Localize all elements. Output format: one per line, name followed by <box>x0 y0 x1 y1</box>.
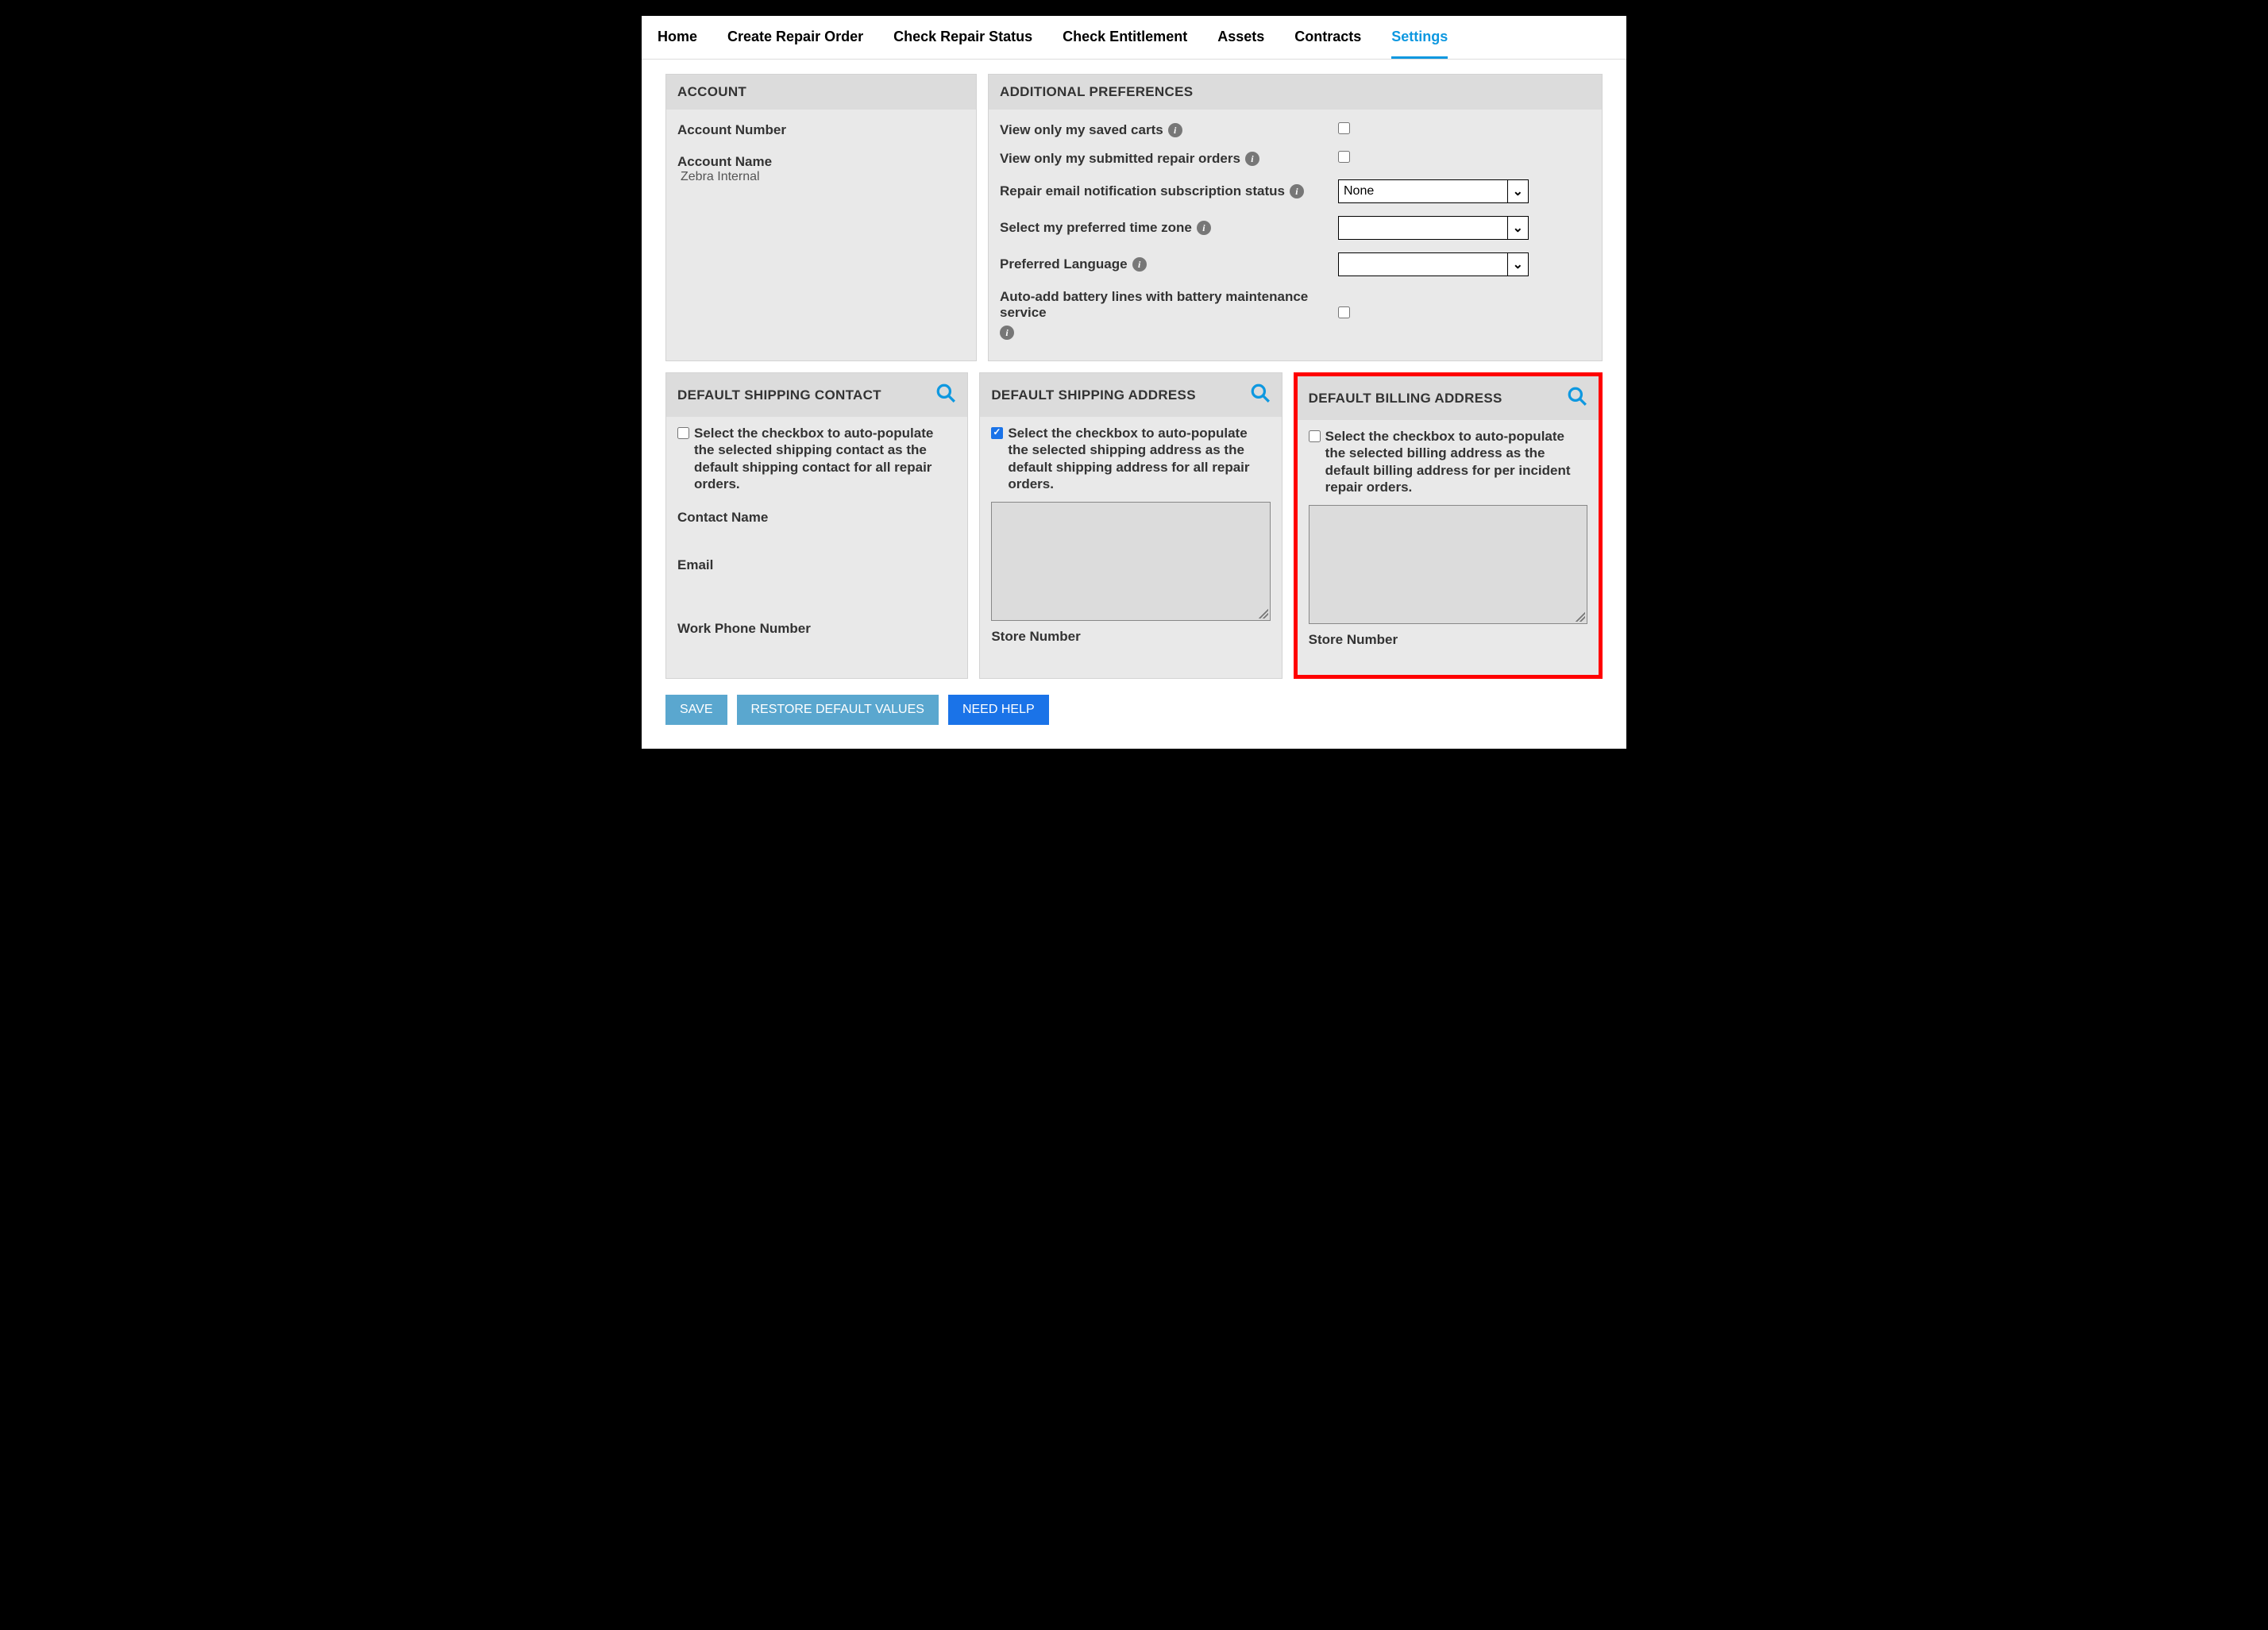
main-tabs: Home Create Repair Order Check Repair St… <box>642 16 1626 60</box>
billing-address-auto-text: Select the checkbox to auto-populate the… <box>1325 428 1587 495</box>
search-icon[interactable] <box>1567 386 1587 410</box>
email-subscription-label: Repair email notification subscription s… <box>1000 183 1285 199</box>
email-subscription-value: None <box>1344 184 1374 198</box>
preferences-panel: ADDITIONAL PREFERENCES View only my save… <box>988 74 1603 361</box>
shipping-address-auto-text: Select the checkbox to auto-populate the… <box>1008 425 1270 492</box>
billing-address-auto-checkbox[interactable] <box>1309 430 1321 442</box>
shipping-address-panel: DEFAULT SHIPPING ADDRESS Select the chec… <box>979 372 1282 679</box>
shipping-store-label: Store Number <box>991 629 1270 645</box>
contact-name-label: Contact Name <box>677 510 956 526</box>
settings-window: Home Create Repair Order Check Repair St… <box>642 16 1626 749</box>
action-buttons: SAVE RESTORE DEFAULT VALUES NEED HELP <box>665 695 1603 725</box>
timezone-select[interactable]: ⌄ <box>1338 216 1529 240</box>
chevron-down-icon: ⌄ <box>1513 183 1523 199</box>
chevron-down-icon: ⌄ <box>1513 220 1523 236</box>
account-panel: ACCOUNT Account Number Account Name Zebr… <box>665 74 977 361</box>
contact-phone-label: Work Phone Number <box>677 621 956 637</box>
billing-address-panel: DEFAULT BILLING ADDRESS Select the check… <box>1294 372 1603 679</box>
language-select[interactable]: ⌄ <box>1338 252 1529 276</box>
search-icon[interactable] <box>1250 383 1271 407</box>
auto-battery-checkbox[interactable] <box>1338 306 1350 318</box>
shipping-contact-auto-text: Select the checkbox to auto-populate the… <box>694 425 956 492</box>
tab-home[interactable]: Home <box>658 16 697 59</box>
info-icon[interactable]: i <box>1132 257 1147 272</box>
tab-check-entitlement[interactable]: Check Entitlement <box>1063 16 1187 59</box>
submitted-orders-label: View only my submitted repair orders <box>1000 151 1240 167</box>
shipping-address-header: DEFAULT SHIPPING ADDRESS <box>991 387 1196 403</box>
email-subscription-select[interactable]: None ⌄ <box>1338 179 1529 203</box>
auto-battery-label: Auto-add battery lines with battery main… <box>1000 289 1333 321</box>
info-icon[interactable]: i <box>1290 184 1304 198</box>
submitted-orders-checkbox[interactable] <box>1338 151 1350 163</box>
tab-settings[interactable]: Settings <box>1391 16 1448 59</box>
shipping-address-auto-checkbox[interactable] <box>991 427 1003 439</box>
save-button[interactable]: SAVE <box>665 695 727 725</box>
shipping-contact-panel: DEFAULT SHIPPING CONTACT Select the chec… <box>665 372 968 679</box>
shipping-contact-header: DEFAULT SHIPPING CONTACT <box>677 387 881 403</box>
tab-assets[interactable]: Assets <box>1217 16 1264 59</box>
preferences-header: ADDITIONAL PREFERENCES <box>989 75 1602 110</box>
tab-create-repair-order[interactable]: Create Repair Order <box>727 16 863 59</box>
account-name-label: Account Name <box>677 154 965 170</box>
saved-carts-checkbox[interactable] <box>1338 122 1350 134</box>
timezone-label: Select my preferred time zone <box>1000 220 1192 236</box>
billing-address-header: DEFAULT BILLING ADDRESS <box>1309 391 1502 407</box>
tab-check-repair-status[interactable]: Check Repair Status <box>893 16 1032 59</box>
shipping-address-textarea[interactable] <box>991 502 1270 621</box>
billing-store-label: Store Number <box>1309 632 1587 648</box>
billing-address-textarea[interactable] <box>1309 505 1587 624</box>
restore-defaults-button[interactable]: RESTORE DEFAULT VALUES <box>737 695 939 725</box>
account-name-value: Zebra Internal <box>681 170 965 184</box>
shipping-contact-auto-checkbox[interactable] <box>677 427 689 439</box>
need-help-button[interactable]: NEED HELP <box>948 695 1049 725</box>
info-icon[interactable]: i <box>1197 221 1211 235</box>
language-label: Preferred Language <box>1000 256 1128 272</box>
chevron-down-icon: ⌄ <box>1513 256 1523 272</box>
search-icon[interactable] <box>935 383 956 407</box>
contact-email-label: Email <box>677 557 956 573</box>
info-icon[interactable]: i <box>1000 326 1014 340</box>
content-area: ACCOUNT Account Number Account Name Zebr… <box>642 60 1626 725</box>
account-number-label: Account Number <box>677 122 965 138</box>
saved-carts-label: View only my saved carts <box>1000 122 1163 138</box>
tab-contracts[interactable]: Contracts <box>1294 16 1361 59</box>
account-header: ACCOUNT <box>666 75 976 110</box>
info-icon[interactable]: i <box>1245 152 1259 166</box>
info-icon[interactable]: i <box>1168 123 1182 137</box>
